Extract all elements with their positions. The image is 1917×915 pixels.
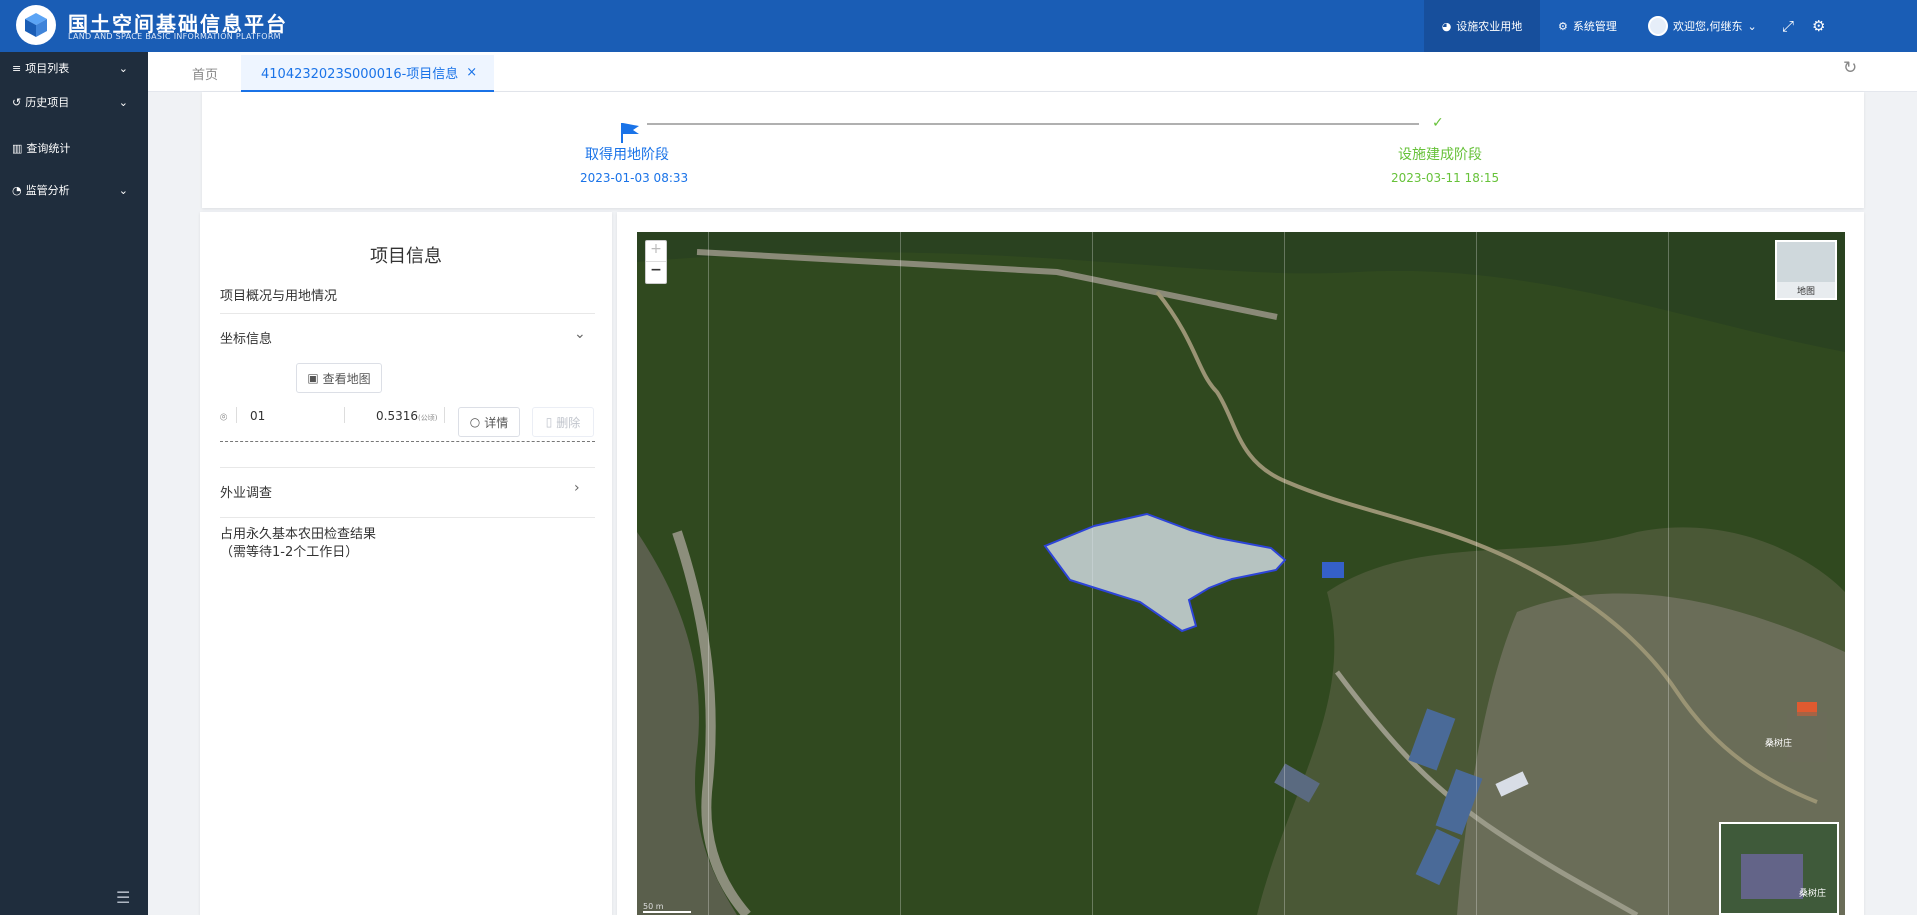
flag-icon <box>620 122 639 143</box>
layer-label: 地图 <box>1796 287 1815 297</box>
step-1-date: 2023-01-03 08:33 <box>580 171 689 185</box>
divider <box>220 467 595 468</box>
divider <box>344 407 345 423</box>
place-label: 桑树庄 <box>1765 739 1793 749</box>
step-2-title: 设施建成阶段 <box>1398 147 1482 163</box>
app-subtitle: LAND AND SPACE BASIC INFORMATION PLATFOR… <box>68 32 281 41</box>
top-header: 国土空间基础信息平台 LAND AND SPACE BASIC INFORMAT… <box>0 0 1917 52</box>
sidebar-item-supervision[interactable]: ◔ 监管分析 ⌄ <box>12 180 140 200</box>
step-connector <box>647 123 1419 125</box>
divider <box>220 517 595 518</box>
user-menu[interactable]: 欢迎您,何继东 ⌄ <box>1648 0 1757 52</box>
pie-chart-icon: ◔ <box>12 183 22 197</box>
progress-steps: ✓ 取得用地阶段 2023-01-03 08:33 设施建成阶段 2023-03… <box>202 92 1864 208</box>
zoom-out-button[interactable]: − <box>646 262 666 283</box>
chevron-down-icon: ⌄ <box>118 184 128 197</box>
map-icon: ▣ <box>307 371 319 385</box>
collapse-menu-icon[interactable]: ☰ <box>116 888 130 907</box>
zoom-control: + − <box>645 240 667 284</box>
search-icon: ○ <box>469 415 481 429</box>
step-1-title: 取得用地阶段 <box>585 147 669 163</box>
panel-title: 项目信息 <box>370 246 442 267</box>
scale-bar: 50 m <box>643 902 691 913</box>
list-icon: ≡ <box>12 61 22 75</box>
dashed-divider <box>220 441 595 442</box>
layer-switcher[interactable]: 地图 <box>1775 240 1837 300</box>
divider <box>220 313 595 314</box>
detail-button[interactable]: ○ 详情 <box>458 407 520 437</box>
satellite-map[interactable]: + − 地图 桑树庄 桑树庄 50 m <box>637 232 1845 915</box>
tab-home[interactable]: 首页 <box>192 55 218 92</box>
project-info-panel: 项目信息 项目概况与用地情况 坐标信息 ⌄ ▣ 查看地图 ⌾ 01 0.5316 … <box>200 212 612 915</box>
fullscreen-icon[interactable]: ⤢ <box>1782 0 1794 52</box>
sidebar-item-query-stats[interactable]: ▥ 查询统计 <box>12 138 140 158</box>
location-pin-icon: ⌾ <box>220 410 228 424</box>
nav-facility-agri-land[interactable]: ◕ 设施农业用地 <box>1424 0 1540 52</box>
chevron-down-icon: ⌄ <box>118 62 128 75</box>
welcome-text: 欢迎您,何继东 <box>1673 20 1743 33</box>
view-map-button[interactable]: ▣ 查看地图 <box>296 363 382 393</box>
overview-label: 项目概况与用地情况 <box>220 289 338 304</box>
parcel-code: 01 <box>250 409 266 423</box>
history-icon: ↺ <box>12 95 22 109</box>
check-icon: ✓ <box>1432 115 1444 131</box>
step-2-date: 2023-03-11 18:15 <box>1391 171 1500 185</box>
field-survey-item[interactable]: 外业调查 <box>220 482 272 501</box>
sidebar-item-project-list[interactable]: ≡ 项目列表 ⌄ <box>12 58 140 78</box>
basemap-thumbnail <box>1777 242 1835 282</box>
minimap-place-label: 桑树庄 <box>1799 889 1827 899</box>
minimap-extent <box>1741 854 1803 899</box>
chevron-right-icon[interactable]: › <box>574 480 580 496</box>
coord-info-header[interactable]: 坐标信息 <box>220 328 272 347</box>
delete-button[interactable]: ▯ 删除 <box>532 407 594 437</box>
nav-system-management[interactable]: ⚙ 系统管理 <box>1558 0 1617 52</box>
gears-icon: ⚙ <box>1558 19 1568 33</box>
divider <box>236 407 237 423</box>
chevron-down-icon: ⌄ <box>118 96 128 109</box>
settings-gear-icon[interactable]: ⚙ <box>1812 0 1825 52</box>
zoom-in-button[interactable]: + <box>646 241 666 262</box>
pie-icon: ◕ <box>1441 19 1452 33</box>
trash-icon: ▯ <box>545 415 553 429</box>
sidebar: ≡ 项目列表 ⌄ ↺ 历史项目 ⌄ ▥ 查询统计 ◔ 监管分析 ⌄ ☰ <box>0 52 148 915</box>
area-unit: (公顷) <box>418 414 438 422</box>
chevron-down-icon[interactable]: ⌄ <box>574 326 586 342</box>
sidebar-item-history[interactable]: ↺ 历史项目 ⌄ <box>12 92 140 112</box>
farmland-check-label: 占用永久基本农田检查结果 <box>220 527 377 542</box>
avatar <box>1648 16 1668 36</box>
bar-chart-icon: ▥ <box>12 141 23 155</box>
close-icon[interactable]: × <box>466 65 477 80</box>
tab-bar: 首页 4104232023S000016-项目信息 × ↻ <box>148 52 1917 92</box>
chevron-down-icon: ⌄ <box>1747 19 1757 33</box>
refresh-icon[interactable]: ↻ <box>1843 58 1857 78</box>
parcel-area: 0.5316 <box>376 409 418 423</box>
overview-minimap[interactable]: 桑树庄 <box>1719 822 1839 915</box>
parcel-polygon[interactable] <box>637 232 1845 915</box>
tab-project-info[interactable]: 4104232023S000016-项目信息 × <box>241 55 494 92</box>
logo-cube-icon <box>16 5 56 45</box>
divider <box>444 407 445 423</box>
farmland-check-note: （需等待1-2个工作日） <box>220 545 359 560</box>
